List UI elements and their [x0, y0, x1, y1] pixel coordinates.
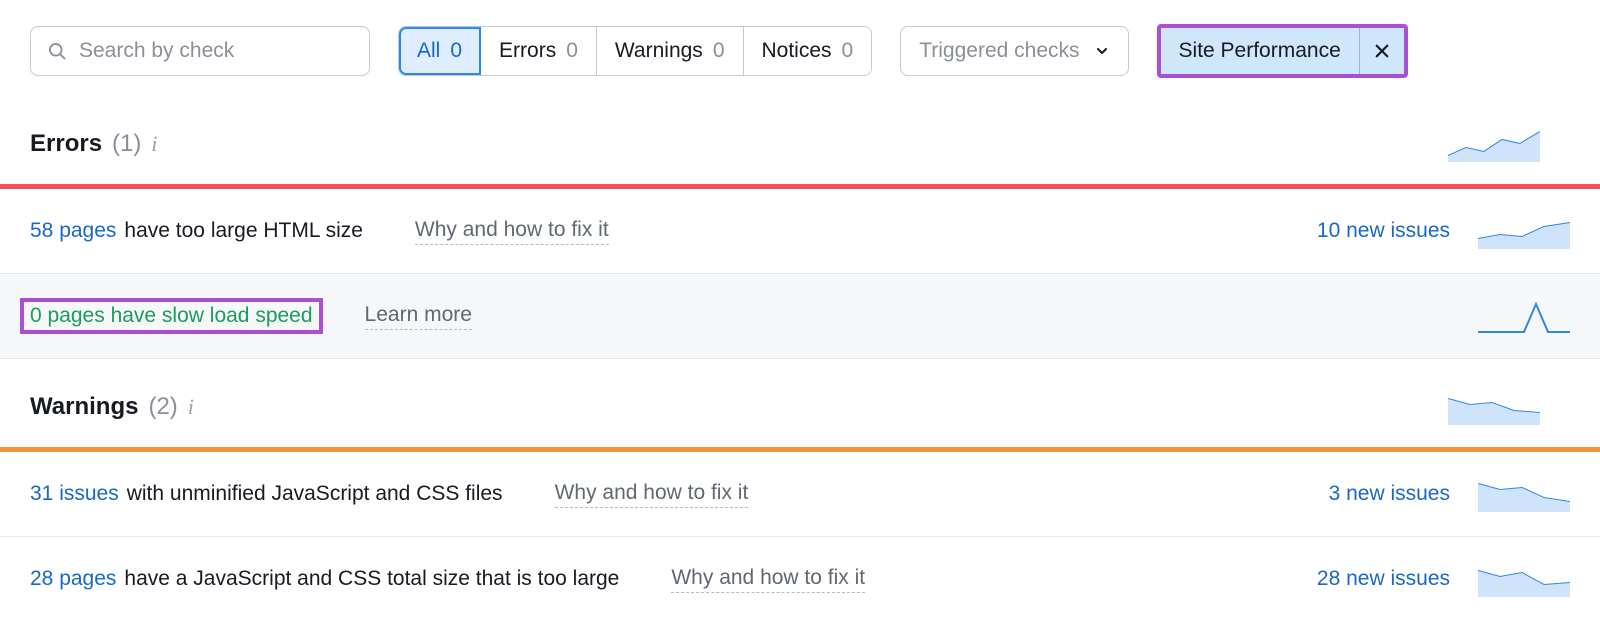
issue-text: 31 issues with unminified JavaScript and… — [30, 482, 503, 506]
issue-row-large-html[interactable]: 58 pages have too large HTML size Why an… — [0, 189, 1600, 274]
section-warnings-sparkline — [1448, 389, 1540, 425]
issue-desc: with unminified JavaScript and CSS files — [127, 482, 503, 506]
toolbar: All 0 Errors 0 Warnings 0 Notices 0 Trig… — [0, 0, 1600, 96]
issue-desc: have a JavaScript and CSS total size tha… — [124, 567, 619, 591]
active-filter-chip: Site Performance — [1157, 24, 1408, 78]
filter-notices[interactable]: Notices 0 — [744, 27, 872, 75]
issue-row-unminified[interactable]: 31 issues with unminified JavaScript and… — [0, 452, 1600, 537]
filter-notices-label: Notices — [762, 39, 832, 63]
why-how-fix-link[interactable]: Why and how to fix it — [671, 566, 865, 593]
issue-row-total-size[interactable]: 28 pages have a JavaScript and CSS total… — [0, 537, 1600, 621]
new-issues-link[interactable]: 10 new issues — [1317, 219, 1450, 243]
row-sparkline — [1478, 476, 1570, 512]
close-icon — [1373, 42, 1391, 60]
search-icon — [47, 41, 67, 61]
filter-all-count: 0 — [450, 39, 462, 63]
issue-count-link[interactable]: 31 issues — [30, 482, 119, 506]
why-how-fix-link[interactable]: Why and how to fix it — [415, 218, 609, 245]
issue-text: 58 pages have too large HTML size — [30, 219, 363, 243]
row-sparkline — [1478, 561, 1570, 597]
issue-row-slow-load[interactable]: 0 pages have slow load speed Learn more — [0, 274, 1600, 359]
chevron-down-icon — [1094, 43, 1110, 59]
issue-text-zero: 0 pages have slow load speed — [30, 304, 313, 327]
section-errors-header: Errors (1) i — [0, 96, 1600, 184]
filter-errors-count: 0 — [566, 39, 578, 63]
info-icon[interactable]: i — [151, 131, 157, 157]
filter-errors-label: Errors — [499, 39, 556, 63]
issue-count-link[interactable]: 28 pages — [30, 567, 116, 591]
section-warnings-title: Warnings — [30, 393, 138, 421]
why-how-fix-link[interactable]: Why and how to fix it — [555, 481, 749, 508]
filter-notices-count: 0 — [842, 39, 854, 63]
filter-warnings-label: Warnings — [615, 39, 703, 63]
issue-text: 28 pages have a JavaScript and CSS total… — [30, 567, 619, 591]
section-warnings-count: (2) — [148, 393, 177, 421]
chip-label: Site Performance — [1161, 28, 1360, 74]
triggered-checks-dropdown[interactable]: Triggered checks — [900, 26, 1128, 76]
filter-warnings[interactable]: Warnings 0 — [597, 27, 744, 75]
row-sparkline — [1478, 298, 1570, 334]
issue-desc: have too large HTML size — [124, 219, 363, 243]
search-input[interactable] — [79, 39, 353, 63]
filter-errors[interactable]: Errors 0 — [481, 27, 597, 75]
filter-all-label: All — [417, 39, 440, 63]
chip-remove-button[interactable] — [1360, 28, 1404, 74]
section-errors-sparkline — [1448, 126, 1540, 162]
highlight-box: 0 pages have slow load speed — [20, 298, 323, 334]
section-errors-title: Errors — [30, 130, 102, 158]
info-icon[interactable]: i — [188, 394, 194, 420]
filter-all[interactable]: All 0 — [399, 27, 481, 75]
dropdown-label: Triggered checks — [919, 39, 1079, 63]
search-input-wrap[interactable] — [30, 26, 370, 76]
filter-warnings-count: 0 — [713, 39, 725, 63]
row-sparkline — [1478, 213, 1570, 249]
section-warnings-header: Warnings (2) i — [0, 359, 1600, 447]
severity-filter-group: All 0 Errors 0 Warnings 0 Notices 0 — [398, 26, 872, 76]
section-errors-count: (1) — [112, 130, 141, 158]
new-issues-link[interactable]: 28 new issues — [1317, 567, 1450, 591]
issue-count-link[interactable]: 58 pages — [30, 219, 116, 243]
new-issues-link[interactable]: 3 new issues — [1329, 482, 1450, 506]
learn-more-link[interactable]: Learn more — [365, 303, 472, 330]
